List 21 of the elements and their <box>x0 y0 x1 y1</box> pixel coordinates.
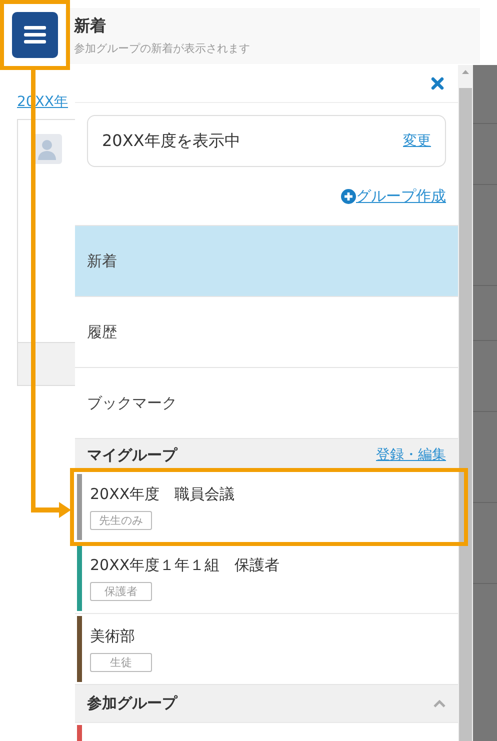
section-title: マイグループ <box>87 446 177 464</box>
group-tag: 生徒 <box>90 652 152 672</box>
section-header[interactable]: 参加グループ <box>75 684 458 722</box>
change-link[interactable]: 変更 <box>403 132 431 150</box>
group-name: 美術部 <box>90 626 136 646</box>
scrollbar[interactable] <box>458 65 473 741</box>
section-title: 参加グループ <box>87 694 177 713</box>
scroll-up-icon[interactable] <box>462 70 469 74</box>
year-text: 20XX年度を表示中 <box>102 130 240 152</box>
menu-button[interactable] <box>12 12 58 58</box>
page-subtitle: 参加グループの新着が表示されます <box>74 41 251 56</box>
group-tag: 先生のみ <box>90 510 152 530</box>
page-title: 新着 <box>74 16 107 37</box>
menu-icon <box>24 26 46 44</box>
close-icon[interactable] <box>431 77 444 90</box>
create-group-link[interactable]: グループ作成 <box>356 186 446 206</box>
plus-icon <box>341 188 356 204</box>
group-name: 20XX年度１年１組 保護者 <box>90 556 280 574</box>
group-name: 20XX年度 職員会議 <box>90 484 235 504</box>
group-tag: 保護者 <box>90 582 152 600</box>
nav-item[interactable]: 新着 <box>75 225 458 296</box>
